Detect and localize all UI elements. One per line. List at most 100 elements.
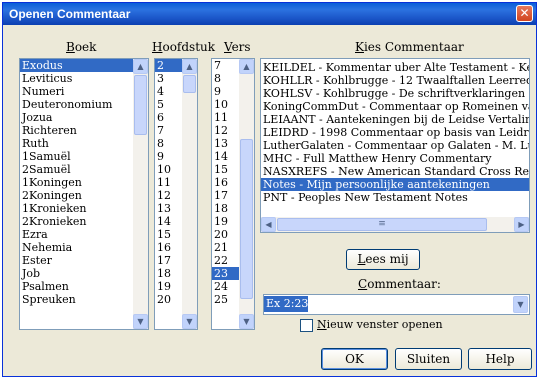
nieuw-venster-checkbox[interactable] <box>300 319 313 332</box>
chapter-list-item[interactable]: 13 <box>155 202 182 215</box>
commentary-scroll-right-button[interactable]: ▶ <box>514 217 529 232</box>
book-listbox[interactable]: Exodus Leviticus Numeri Deuteronomium Jozua R… <box>19 58 149 330</box>
chapter-list-item[interactable]: 14 <box>155 215 182 228</box>
commentary-listbox[interactable]: KEILDEL - Kommentar uber Alte Testament … <box>260 58 530 233</box>
verse-listbox[interactable]: 7 8 9 10 11 12 13 14 15 16 17 18 19 20 21 22 23 24 25 ▲ ▼ <box>211 58 255 330</box>
verse-list-item[interactable]: 14 <box>212 150 239 163</box>
book-scrollbar[interactable]: ▲ ▼ <box>133 59 148 329</box>
book-list-item[interactable]: 2Kronieken <box>20 215 133 228</box>
chapter-list-item[interactable]: 10 <box>155 163 182 176</box>
chapter-scroll-up-button[interactable]: ▲ <box>182 59 197 74</box>
commentaar-combo-value[interactable]: Ex 2:23 <box>264 296 309 312</box>
book-list-item[interactable]: Deuteronomium <box>20 98 133 111</box>
nieuw-venster-label[interactable]: Nieuw venster openen <box>317 318 443 331</box>
chapter-listbox[interactable]: 2 3 4 5 6 7 8 9 10 11 12 13 14 15 16 17 18 19 20 ▲ ▼ <box>154 58 198 330</box>
commentary-list-item[interactable]: PNT - Peoples New Testament Notes <box>261 191 529 204</box>
book-list-item[interactable]: Job <box>20 267 133 280</box>
verse-list-item[interactable]: 25 <box>212 293 239 306</box>
book-list-item[interactable]: Leviticus <box>20 72 133 85</box>
chapter-list-item[interactable]: 16 <box>155 241 182 254</box>
lees-mij-button[interactable]: Lees mij <box>346 249 420 270</box>
commentary-list-item[interactable]: NASXREFS - New American Standard Cross R… <box>261 165 529 178</box>
chapter-list-item[interactable]: 4 <box>155 85 182 98</box>
verse-list-item[interactable]: 18 <box>212 202 239 215</box>
verse-scroll-thumb[interactable] <box>240 139 253 299</box>
verse-list-item[interactable]: 7 <box>212 59 239 72</box>
verse-list-item[interactable]: 19 <box>212 215 239 228</box>
chapter-list-item[interactable]: 6 <box>155 111 182 124</box>
chapter-list-item[interactable]: 2 <box>155 59 182 72</box>
commentary-list-item[interactable]: LEIAANT - Aantekeningen bij de Leidse Ve… <box>261 113 529 126</box>
verse-list-item[interactable]: 24 <box>212 280 239 293</box>
verse-scrollbar[interactable]: ▲ ▼ <box>239 59 254 329</box>
book-list-item[interactable]: 1Samuël <box>20 150 133 163</box>
commentary-list-item[interactable]: LutherGalaten - Commentaar op Galaten - … <box>261 139 529 152</box>
commentary-list-item[interactable]: Notes - Mijn persoonlijke aantekeningen <box>261 178 529 191</box>
chapter-list-item[interactable]: 18 <box>155 267 182 280</box>
chapter-list-item[interactable]: 19 <box>155 280 182 293</box>
chapter-list-item[interactable]: 3 <box>155 72 182 85</box>
book-list-item[interactable]: 1Koningen <box>20 176 133 189</box>
book-list-item[interactable]: 2Samuël <box>20 163 133 176</box>
verse-list-item[interactable]: 10 <box>212 98 239 111</box>
commentary-list-item[interactable]: KOHLLR - Kohlbrugge - 12 Twaalftallen Le… <box>261 74 529 87</box>
commentary-scroll-thumb[interactable]: ≡ <box>277 218 487 231</box>
verse-list-item[interactable]: 15 <box>212 163 239 176</box>
verse-list-item[interactable]: 11 <box>212 111 239 124</box>
book-list-item[interactable]: 2Koningen <box>20 189 133 202</box>
commentary-list-item[interactable]: KOHLSV - Kohlbrugge - De schriftverklari… <box>261 87 529 100</box>
book-list-item[interactable]: Ester <box>20 254 133 267</box>
help-button[interactable]: Help <box>468 348 532 370</box>
chapter-scroll-down-button[interactable]: ▼ <box>182 314 197 329</box>
book-list-item[interactable]: Spreuken <box>20 293 133 306</box>
book-list-item[interactable]: Richteren <box>20 124 133 137</box>
verse-list-item[interactable]: 13 <box>212 137 239 150</box>
commentary-hscrollbar[interactable]: ◀ ≡ ▶ <box>261 217 529 232</box>
chapter-list-item[interactable]: 17 <box>155 254 182 267</box>
book-list-item[interactable]: Psalmen <box>20 280 133 293</box>
close-icon: ✕ <box>519 6 530 20</box>
commentary-list-item[interactable]: MHC - Full Matthew Henry Commentary <box>261 152 529 165</box>
verse-list-item[interactable]: 16 <box>212 176 239 189</box>
commentary-list-item[interactable]: KoningCommDut - Commentaar op Romeinen v… <box>261 100 529 113</box>
verse-list-item[interactable]: 17 <box>212 189 239 202</box>
book-list-item[interactable]: Jozua <box>20 111 133 124</box>
verse-list-item[interactable]: 9 <box>212 85 239 98</box>
commentary-scroll-left-button[interactable]: ◀ <box>261 217 276 232</box>
book-list-item[interactable]: 1Kronieken <box>20 202 133 215</box>
verse-scroll-up-button[interactable]: ▲ <box>239 59 254 74</box>
book-list-item[interactable]: Exodus <box>20 59 133 72</box>
book-list-item[interactable]: Nehemia <box>20 241 133 254</box>
verse-list-item[interactable]: 20 <box>212 228 239 241</box>
chapter-list-item[interactable]: 8 <box>155 137 182 150</box>
chapter-scrollbar[interactable]: ▲ ▼ <box>182 59 197 329</box>
chapter-list-item[interactable]: 5 <box>155 98 182 111</box>
chapter-list-item[interactable]: 20 <box>155 293 182 306</box>
chapter-list-item[interactable]: 15 <box>155 228 182 241</box>
chapter-scroll-thumb[interactable] <box>183 75 196 93</box>
book-scroll-down-button[interactable]: ▼ <box>133 314 148 329</box>
book-list-item[interactable]: Ruth <box>20 137 133 150</box>
commentary-list-item[interactable]: KEILDEL - Kommentar uber Alte Testament … <box>261 61 529 74</box>
window-title: Openen Commentaar <box>9 7 131 21</box>
book-scroll-up-button[interactable]: ▲ <box>133 59 148 74</box>
verse-scroll-down-button[interactable]: ▼ <box>239 314 254 329</box>
verse-list-item[interactable]: 23 <box>212 267 239 280</box>
chapter-list-item[interactable]: 11 <box>155 176 182 189</box>
book-list-item[interactable]: Ezra <box>20 228 133 241</box>
sluiten-button[interactable]: Sluiten <box>395 348 462 370</box>
commentaar-combobox[interactable]: Ex 2:23 ▼ <box>263 294 530 315</box>
chapter-list-item[interactable]: 9 <box>155 150 182 163</box>
book-list-item[interactable]: Numeri <box>20 85 133 98</box>
commentary-list-item[interactable]: LEIDRD - 1998 Commentaar op basis van Le… <box>261 126 529 139</box>
verse-list-item[interactable]: 8 <box>212 72 239 85</box>
ok-button[interactable]: OK <box>321 348 388 370</box>
verse-list-item[interactable]: 12 <box>212 124 239 137</box>
commentaar-dropdown-button[interactable]: ▼ <box>513 296 528 313</box>
book-scroll-thumb[interactable] <box>134 75 147 135</box>
close-button[interactable]: ✕ <box>516 5 533 22</box>
verse-list-item[interactable]: 21 <box>212 241 239 254</box>
verse-list-item[interactable]: 22 <box>212 254 239 267</box>
chapter-list-item[interactable]: 12 <box>155 189 182 202</box>
chapter-list-item[interactable]: 7 <box>155 124 182 137</box>
